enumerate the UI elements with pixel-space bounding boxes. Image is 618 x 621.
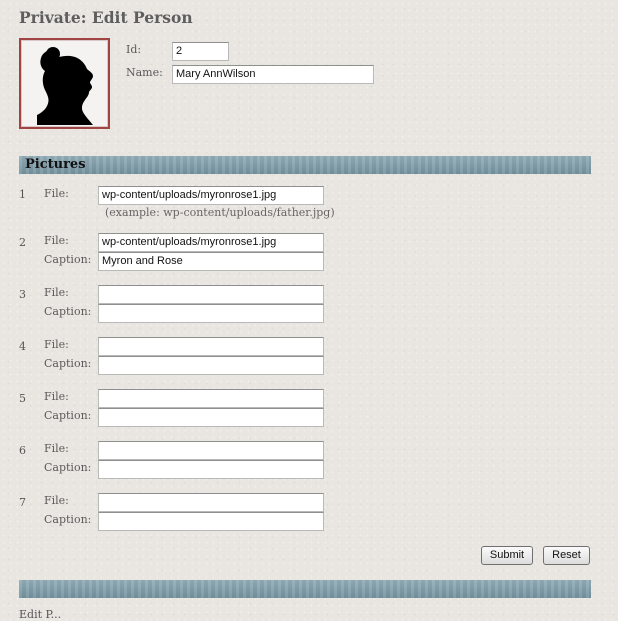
caption-label-6: Caption:: [44, 461, 92, 474]
file-label-4: File:: [44, 338, 69, 351]
file-label-7: File:: [44, 494, 69, 507]
caption-label-4: Caption:: [44, 357, 92, 370]
file-label-1: File:: [44, 187, 69, 200]
footer-link[interactable]: Edit P...: [19, 608, 61, 621]
caption-label-7: Caption:: [44, 513, 92, 526]
caption-input-7[interactable]: [98, 512, 324, 531]
file-label-3: File:: [44, 286, 69, 299]
picture-number-4: 4: [19, 340, 26, 353]
silhouette-portrait-icon: [37, 47, 93, 125]
reset-button[interactable]: Reset: [543, 546, 590, 565]
picture-number-6: 6: [19, 444, 26, 457]
page-title: Private: Edit Person: [19, 8, 193, 27]
name-input[interactable]: Mary AnnWilson: [172, 65, 374, 84]
caption-label-2: Caption:: [44, 253, 92, 266]
picture-number-3: 3: [19, 288, 26, 301]
name-label: Name:: [126, 66, 163, 79]
pictures-section-header: Pictures: [19, 156, 591, 174]
caption-input-5[interactable]: [98, 408, 324, 427]
file-input-2[interactable]: wp-content/uploads/myronrose1.jpg: [98, 233, 324, 252]
portrait-frame: [19, 38, 110, 129]
file-input-6[interactable]: [98, 441, 324, 460]
caption-input-6[interactable]: [98, 460, 324, 479]
caption-label-5: Caption:: [44, 409, 92, 422]
picture-number-7: 7: [19, 496, 26, 509]
file-example-hint: (example: wp-content/uploads/father.jpg): [105, 206, 335, 219]
file-input-5[interactable]: [98, 389, 324, 408]
caption-label-3: Caption:: [44, 305, 92, 318]
file-input-3[interactable]: [98, 285, 324, 304]
submit-button[interactable]: Submit: [481, 546, 533, 565]
file-input-1[interactable]: wp-content/uploads/myronrose1.jpg: [98, 186, 324, 205]
file-input-7[interactable]: [98, 493, 324, 512]
file-input-4[interactable]: [98, 337, 324, 356]
file-label-2: File:: [44, 234, 69, 247]
id-label: Id:: [126, 43, 142, 56]
caption-input-4[interactable]: [98, 356, 324, 375]
picture-number-1: 1: [19, 188, 26, 201]
id-input[interactable]: 2: [172, 42, 229, 61]
picture-number-2: 2: [19, 236, 26, 249]
picture-number-5: 5: [19, 392, 26, 405]
caption-input-3[interactable]: [98, 304, 324, 323]
footer-bar: [19, 580, 591, 598]
caption-input-2[interactable]: Myron and Rose: [98, 252, 324, 271]
pictures-section-title: Pictures: [25, 157, 86, 172]
file-label-5: File:: [44, 390, 69, 403]
file-label-6: File:: [44, 442, 69, 455]
